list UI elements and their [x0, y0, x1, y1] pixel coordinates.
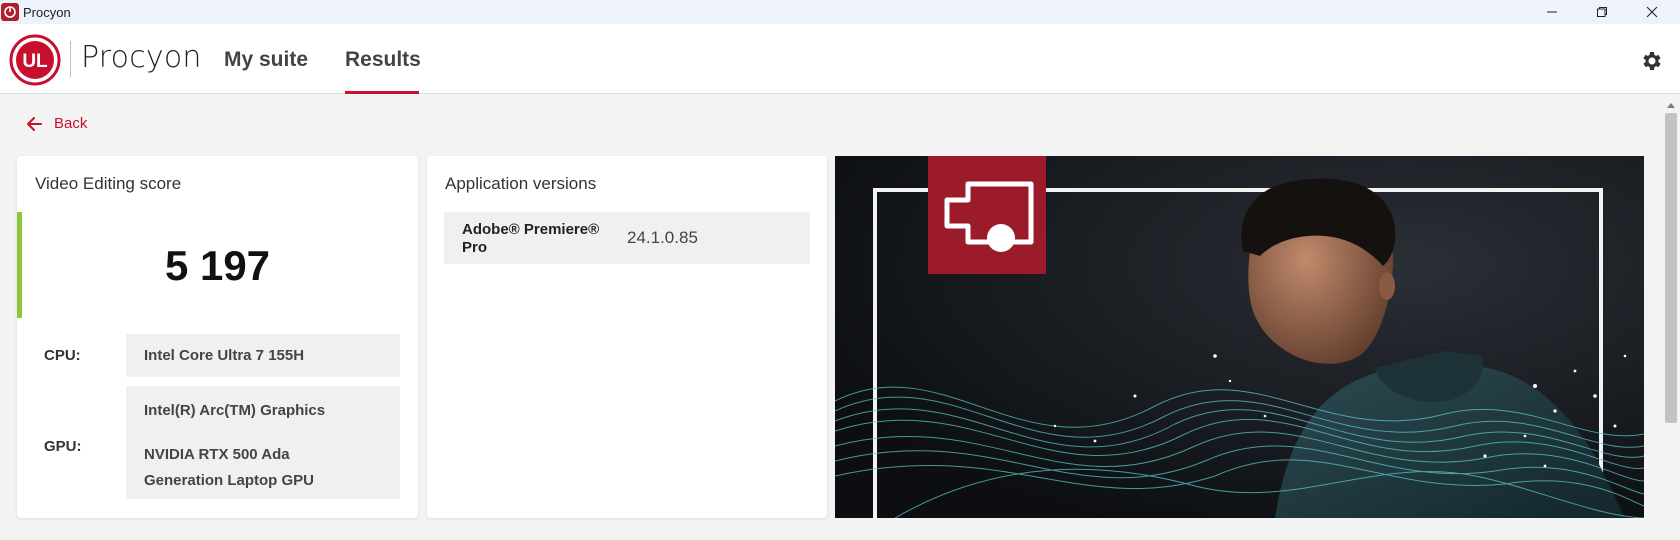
- restore-button[interactable]: [1578, 0, 1626, 24]
- window-titlebar: Procyon: [0, 0, 1680, 24]
- score-card: Video Editing score 5 197 CPU: Intel Cor…: [17, 156, 418, 518]
- window-title: Procyon: [23, 4, 71, 20]
- hero-image: [835, 156, 1644, 518]
- nav-my-suite[interactable]: My suite: [224, 48, 308, 72]
- ul-logo: UL: [9, 34, 61, 86]
- gpu-value-1: Intel(R) Arc(TM) Graphics: [144, 402, 326, 419]
- close-icon: [1646, 6, 1658, 18]
- back-link[interactable]: Back: [26, 115, 87, 132]
- logo-divider: [70, 41, 71, 77]
- app-versions-card: Application versions Adobe® Premiere® Pr…: [427, 156, 827, 518]
- gear-icon: [1643, 52, 1661, 70]
- brand-name: Procyon: [81, 40, 202, 75]
- scroll-up-icon[interactable]: [1666, 101, 1676, 109]
- restore-icon: [1597, 7, 1607, 17]
- gpu-value-2: NVIDIA RTX 500 Ada: [144, 446, 290, 463]
- settings-button[interactable]: [1639, 49, 1663, 73]
- app-logo-icon: [1, 3, 19, 21]
- app-versions-title: Application versions: [445, 174, 597, 193]
- vertical-scrollbar[interactable]: [1662, 95, 1680, 540]
- app-version-row: Adobe® Premiere® Pro 24.1.0.85: [444, 212, 810, 264]
- arrow-left-icon: [27, 116, 42, 131]
- minimize-button[interactable]: [1528, 0, 1576, 24]
- app-name-line1: Adobe® Premiere®: [462, 221, 600, 238]
- app-name: Adobe® Premiere® Pro: [462, 221, 612, 257]
- cpu-label: CPU:: [44, 347, 81, 364]
- score-value: 5 197: [164, 242, 271, 289]
- app-version: 24.1.0.85: [627, 228, 698, 247]
- cpu-value: Intel Core Ultra 7 155H: [126, 334, 400, 377]
- score-card-title: Video Editing score: [35, 174, 182, 193]
- gpu-value-box: Intel(R) Arc(TM) Graphics NVIDIA RTX 500…: [126, 386, 400, 499]
- close-button[interactable]: [1628, 0, 1676, 24]
- nav-results[interactable]: Results: [345, 48, 421, 72]
- minimize-icon: [1547, 11, 1557, 13]
- scrollbar-thumb[interactable]: [1665, 113, 1677, 423]
- logo-text: UL: [22, 51, 48, 72]
- app-header: UL Procyon My suite Results: [0, 24, 1680, 94]
- back-label: Back: [54, 115, 88, 132]
- active-tab-indicator: [345, 91, 419, 94]
- gpu-value-3: Generation Laptop GPU: [144, 472, 315, 489]
- app-name-line2: Pro: [462, 239, 488, 256]
- gpu-label: GPU:: [44, 438, 82, 455]
